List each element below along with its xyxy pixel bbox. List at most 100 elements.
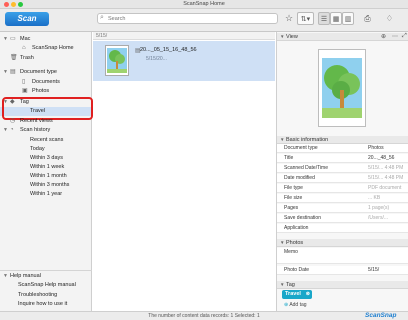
- expand-triangle-icon[interactable]: ▼: [3, 272, 8, 281]
- property-row: Pages 1 page(s): [277, 204, 408, 213]
- help-link[interactable]: Troubleshooting: [0, 291, 92, 300]
- print-icon[interactable]: ⎙: [362, 12, 373, 25]
- property-value: PDF document: [368, 185, 402, 191]
- photo-thumbnail[interactable]: [105, 45, 129, 76]
- page-preview[interactable]: [318, 49, 366, 127]
- zoom-icon[interactable]: ⊕: [381, 33, 386, 40]
- sidebar-item-trash[interactable]: 🗑 Trash: [0, 54, 92, 63]
- collapse-triangle-icon[interactable]: ▼: [280, 33, 284, 41]
- scansnap-logo: ScanSnap: [365, 312, 397, 319]
- photo-icon: ▣: [22, 88, 28, 94]
- sidebar-item-documents[interactable]: ▯ Documents: [0, 78, 92, 87]
- sidebar-item-recent-views[interactable]: ◷ Recent views: [0, 117, 92, 126]
- sidebar-item-history[interactable]: Within 3 months: [0, 181, 92, 190]
- expand-triangle-icon[interactable]: ▼: [3, 35, 8, 44]
- more-icon[interactable]: ⋯: [392, 33, 398, 40]
- home-icon: ⌂: [22, 45, 26, 51]
- list-item-date: 5/15/20...: [146, 56, 167, 62]
- scan-button[interactable]: Scan: [5, 12, 49, 26]
- sidebar-item-scan-history[interactable]: ▼ ◔ Scan history: [0, 126, 92, 135]
- property-key: Scanned Date/Time: [284, 165, 329, 171]
- memo-field[interactable]: Memo: [277, 248, 408, 264]
- property-key: File type: [284, 185, 303, 191]
- sidebar-item-label: Photos: [32, 88, 50, 94]
- preview-photo-image: [322, 58, 362, 118]
- section-title: Tag: [286, 282, 295, 288]
- tag-chip-travel[interactable]: Travel ⊗: [282, 290, 312, 299]
- sidebar-item-label: Today: [30, 146, 45, 152]
- columns-view-icon[interactable]: ▥: [342, 12, 354, 25]
- property-value[interactable]: Photos: [368, 144, 384, 153]
- collapse-triangle-icon[interactable]: ▼: [280, 136, 284, 144]
- sidebar-item-label: Document type: [20, 69, 57, 75]
- notification-icon[interactable]: ♢: [384, 12, 395, 25]
- help-link[interactable]: ScanSnap Help manual: [0, 281, 92, 290]
- property-row: File size ... KB: [277, 194, 408, 203]
- remove-tag-icon[interactable]: ⊗: [306, 290, 310, 299]
- photos-section-header[interactable]: ▼ Photos: [277, 239, 408, 247]
- sort-icon[interactable]: ⇅▾: [297, 12, 314, 25]
- status-text: The number of content data records: 1 Se…: [148, 313, 260, 319]
- sidebar-item-history[interactable]: Within 1 week: [0, 163, 92, 172]
- section-title: Basic information: [286, 137, 329, 143]
- property-value: 5/15/... 4:48 PM: [368, 165, 404, 171]
- property-value: /Users/...: [368, 215, 389, 221]
- collapse-triangle-icon[interactable]: ▼: [280, 239, 284, 247]
- property-value: 5/15/... 4:48 PM: [368, 175, 404, 181]
- sidebar-item-mac[interactable]: ▼ ▭ Mac: [0, 35, 92, 44]
- star-icon[interactable]: ☆: [284, 12, 294, 25]
- view-section-header[interactable]: ▼ View: [277, 33, 408, 41]
- sidebar-item-document-type[interactable]: ▼ ▤ Document type: [0, 68, 92, 77]
- property-row: Document type Photos: [277, 144, 408, 153]
- property-key: Title: [284, 155, 294, 161]
- property-key: Document type: [284, 145, 318, 151]
- section-title: Photos: [286, 240, 304, 246]
- property-key: Date modified: [284, 175, 315, 181]
- property-value[interactable]: 20..._48_56: [368, 154, 394, 163]
- tag-section-header[interactable]: ▼ Tag: [277, 281, 408, 289]
- property-key: Memo: [284, 249, 298, 255]
- search-input[interactable]: [97, 13, 278, 24]
- help-link[interactable]: Inquire how to use it: [0, 300, 92, 309]
- grid-view-icon[interactable]: ▦: [330, 12, 342, 25]
- sidebar-item-label: Within 1 month: [30, 173, 67, 179]
- sidebar-item-history[interactable]: Within 1 month: [0, 172, 92, 181]
- property-key: File size: [284, 195, 303, 201]
- sidebar-item-help-manual[interactable]: ▼ Help manual: [0, 272, 92, 281]
- sidebar-item-history[interactable]: Within 1 year: [0, 190, 92, 199]
- help-link-label: Troubleshooting: [18, 292, 58, 298]
- property-key: Photo Date: [284, 267, 310, 273]
- property-row: Photo Date 5/15/: [277, 266, 408, 275]
- expand-triangle-icon[interactable]: ▼: [3, 126, 8, 135]
- collapse-triangle-icon[interactable]: ▼: [280, 281, 284, 289]
- section-title: View: [286, 34, 298, 40]
- expand-icon[interactable]: ⤢: [402, 33, 407, 40]
- list-item-name: 20..._05_15_16_48_56: [140, 47, 197, 53]
- property-value: 1 page(s): [368, 205, 390, 211]
- computer-icon: ▭: [10, 36, 16, 42]
- clock-icon: ◷: [10, 118, 16, 124]
- sidebar-item-label: Mac: [20, 36, 31, 42]
- sidebar-item-scansnap-home[interactable]: ⌂ ScanSnap Home: [0, 44, 92, 53]
- sidebar-item-photos[interactable]: ▣ Photos: [0, 87, 92, 96]
- content-list-path: 5/15/: [93, 32, 275, 40]
- sidebar-item-label: Scan history: [20, 127, 51, 133]
- tree-photo-icon: [107, 48, 127, 73]
- sidebar-item-label: Within 1 year: [30, 191, 63, 197]
- property-row: Scanned Date/Time 5/15/... 4:48 PM: [277, 164, 408, 173]
- sidebar-divider: [0, 270, 92, 271]
- sidebar-item-label: Help manual: [10, 273, 41, 279]
- sidebar-item-history[interactable]: Today: [0, 145, 92, 154]
- expand-triangle-icon[interactable]: ▼: [3, 68, 8, 77]
- sidebar-item-history[interactable]: Recent scans: [0, 136, 92, 145]
- tag-chip-label: Travel: [285, 291, 301, 297]
- history-icon: ◔: [10, 127, 14, 133]
- list-view-icon[interactable]: ☰: [318, 12, 330, 25]
- basic-info-section-header[interactable]: ▼ Basic information: [277, 136, 408, 144]
- photo-date-value[interactable]: 5/15/: [368, 266, 379, 275]
- sidebar-item-label: Within 3 days: [30, 155, 64, 161]
- property-row: Date modified 5/15/... 4:48 PM: [277, 174, 408, 183]
- property-key: Save destination: [284, 215, 321, 221]
- add-tag-button[interactable]: ⊕ Add tag: [284, 302, 307, 308]
- sidebar-item-history[interactable]: Within 3 days: [0, 154, 92, 163]
